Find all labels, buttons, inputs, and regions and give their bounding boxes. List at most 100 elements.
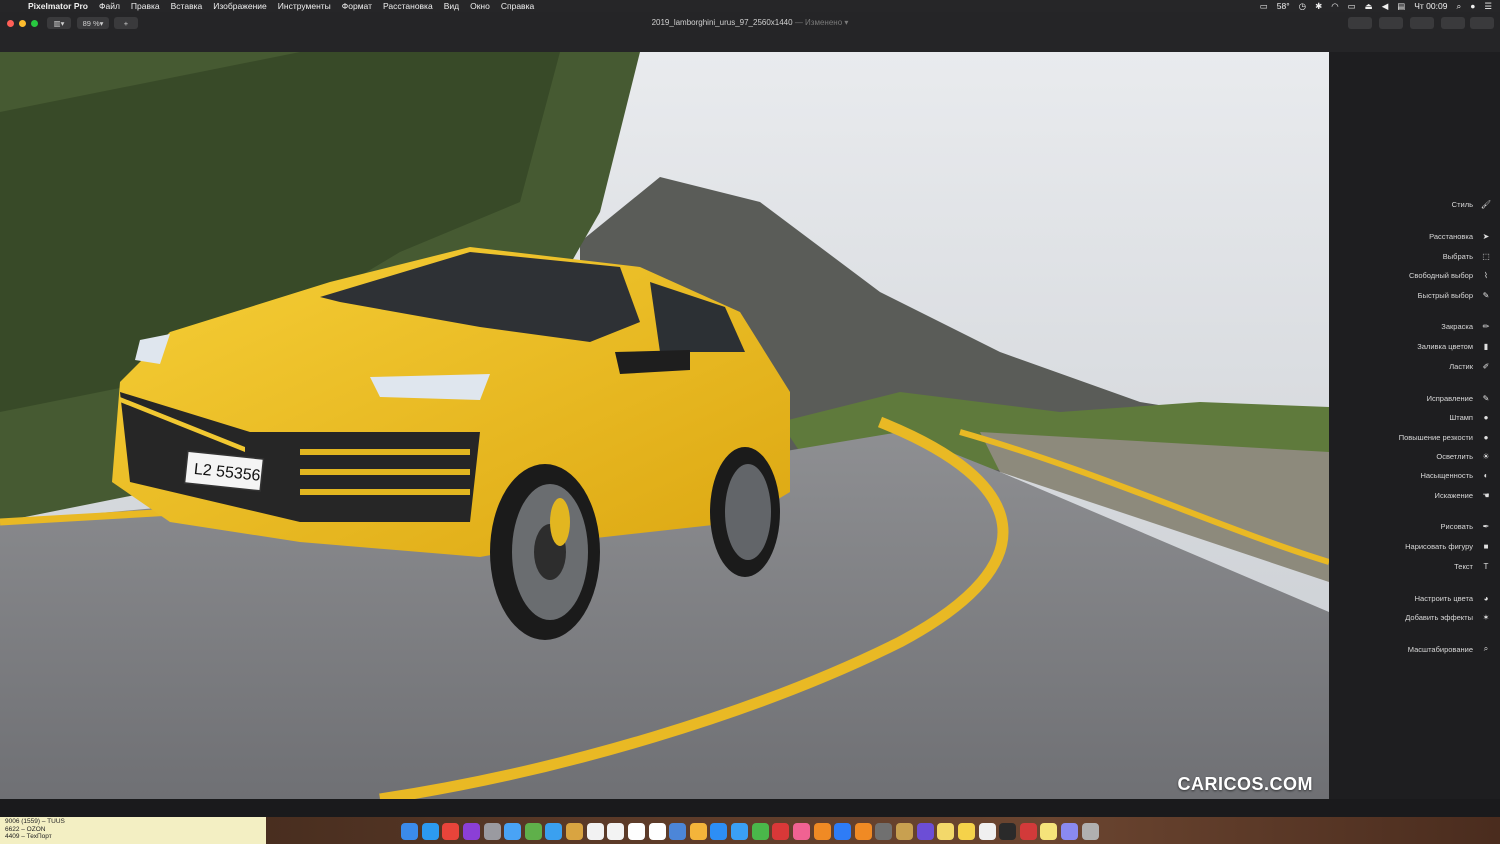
dock-app-icon[interactable] xyxy=(792,822,810,840)
dock-app-icon[interactable] xyxy=(442,822,460,840)
menu-bar: Pixelmator Pro Файл Правка Вставка Изобр… xyxy=(0,0,1500,12)
tool-pen[interactable]: Рисовать ✒ xyxy=(1441,521,1492,531)
menu-tools[interactable]: Инструменты xyxy=(278,1,331,11)
dock-app-icon[interactable] xyxy=(483,822,501,840)
dock-app-icon[interactable] xyxy=(627,822,645,840)
dock-app-icon[interactable] xyxy=(710,822,728,840)
dock-app-icon[interactable] xyxy=(751,822,769,840)
tool-label: Масштабирование xyxy=(1407,644,1473,654)
dock-app-icon[interactable] xyxy=(504,822,522,840)
dock-app-icon[interactable] xyxy=(1040,822,1058,840)
dock-app-icon[interactable] xyxy=(462,822,480,840)
dock-app-icon[interactable] xyxy=(401,822,418,840)
dock-app-icon[interactable] xyxy=(421,822,439,840)
tool-repair[interactable]: Исправление ✎ xyxy=(1427,393,1492,403)
tool-eraser[interactable]: Ластик ✐ xyxy=(1449,361,1492,371)
battery-icon[interactable]: ▭ xyxy=(1260,1,1268,12)
tool-label: Настроить цвета xyxy=(1414,593,1473,603)
volume-icon[interactable]: ◀ xyxy=(1382,1,1389,12)
menu-edit[interactable]: Правка xyxy=(131,1,160,11)
document-title[interactable]: 2019_lamborghini_urus_97_2560x1440 — Изм… xyxy=(0,18,1500,27)
dock-app-icon[interactable] xyxy=(772,822,790,840)
dock-app-icon[interactable] xyxy=(1081,822,1099,840)
tool-label: Выбрать xyxy=(1442,251,1473,261)
quick-select-icon: ✎ xyxy=(1482,290,1490,300)
crop-button[interactable] xyxy=(1379,17,1403,29)
temperature-readout[interactable]: 58° xyxy=(1277,1,1290,11)
dock-app-icon[interactable] xyxy=(957,822,975,840)
sidebar-settings-button[interactable] xyxy=(1470,17,1494,29)
dock-app-icon[interactable] xyxy=(896,822,913,840)
airplay-icon[interactable]: ▭ xyxy=(1348,1,1356,12)
tool-rect-select[interactable]: Выбрать ⬚ xyxy=(1443,251,1492,261)
menu-app-name[interactable]: Pixelmator Pro xyxy=(28,1,88,11)
menu-help[interactable]: Справка xyxy=(501,1,534,11)
rect-select-icon: ⬚ xyxy=(1482,251,1490,261)
clone-stamp-icon: ● xyxy=(1483,412,1489,422)
eject-icon[interactable]: ⏏ xyxy=(1365,1,1373,12)
menu-image[interactable]: Изображение xyxy=(213,1,267,11)
dock-app-icon[interactable] xyxy=(978,822,996,840)
dock-app-icon[interactable] xyxy=(813,822,831,840)
tool-text[interactable]: Текст T xyxy=(1454,561,1492,571)
dock-app-icon[interactable] xyxy=(854,822,872,840)
spotlight-icon[interactable]: ⌕ xyxy=(1456,1,1461,12)
tool-color-adjust[interactable]: Настроить цвета ◕ xyxy=(1415,593,1492,603)
dock-app-icon[interactable] xyxy=(1061,822,1078,840)
wifi-icon[interactable]: ◠ xyxy=(1331,1,1338,12)
dock-app-icon[interactable] xyxy=(689,822,707,840)
repair-icon: ✎ xyxy=(1482,393,1490,403)
tool-sharpen[interactable]: Повышение резкости ● xyxy=(1399,432,1492,442)
tool-zoom[interactable]: Масштабирование ⌕ xyxy=(1408,644,1492,654)
tool-style-brush[interactable]: Стиль 🖌 xyxy=(1452,199,1492,209)
flag-us-icon[interactable]: ▤ xyxy=(1397,1,1405,12)
dock-app-icon[interactable] xyxy=(875,822,893,840)
document-status: — Изменено xyxy=(794,18,843,27)
dock-app-icon[interactable] xyxy=(834,822,852,840)
notification-center-icon[interactable]: ☰ xyxy=(1484,1,1492,12)
menu-view[interactable]: Вид xyxy=(444,1,459,11)
menu-window[interactable]: Окно xyxy=(470,1,490,11)
tool-saturation[interactable]: Насыщенность ◐ xyxy=(1420,470,1492,480)
dock-app-icon[interactable] xyxy=(586,822,604,840)
dock-app-icon[interactable] xyxy=(999,822,1017,840)
tool-clone-stamp[interactable]: Штамп ● xyxy=(1449,412,1492,422)
dock-app-icon[interactable] xyxy=(607,822,625,840)
tool-lasso[interactable]: Свободный выбор ⌇ xyxy=(1409,270,1492,280)
bluetooth-icon[interactable]: ✱ xyxy=(1315,1,1322,12)
photo-lamborghini-urus: L2 55356 xyxy=(0,52,1329,799)
menu-format[interactable]: Формат xyxy=(342,1,372,11)
dock-app-icon[interactable] xyxy=(937,822,955,840)
tool-shape[interactable]: Нарисовать фигуру ■ xyxy=(1405,541,1492,551)
tool-paint-brush[interactable]: Закраска ✏ xyxy=(1441,321,1492,331)
dock-app-icon[interactable] xyxy=(545,822,563,840)
dock-app-icon[interactable] xyxy=(566,822,583,840)
tool-lighten[interactable]: Осветлить ☀ xyxy=(1436,451,1492,461)
dock-app-icon[interactable] xyxy=(524,822,542,840)
tool-label: Штамп xyxy=(1449,412,1473,422)
tool-quick-select[interactable]: Быстрый выбор ✎ xyxy=(1418,290,1492,300)
share-button[interactable] xyxy=(1441,17,1465,29)
dock-app-icon[interactable] xyxy=(731,822,748,840)
dock-app-icon[interactable] xyxy=(669,822,687,840)
tool-arrow-pointer[interactable]: Расстановка ➤ xyxy=(1429,231,1492,241)
layers-button[interactable] xyxy=(1410,17,1434,29)
sticky-note[interactable]: 9006 (1559) – TUUS 6622 – OZON 4409 – Те… xyxy=(0,817,266,844)
tools-brush-button[interactable] xyxy=(1348,17,1372,29)
tool-paint-bucket[interactable]: Заливка цветом ▮ xyxy=(1417,341,1492,351)
dock-app-icon[interactable] xyxy=(1019,822,1037,840)
document-name: 2019_lamborghini_urus_97_2560x1440 xyxy=(651,18,793,27)
time-machine-icon[interactable]: ◷ xyxy=(1299,1,1306,12)
tool-effects[interactable]: Добавить эффекты ✶ xyxy=(1405,612,1492,622)
clock[interactable]: Чт 00:09 xyxy=(1414,1,1447,11)
image-canvas[interactable]: L2 55356 CARICOS.COM xyxy=(0,52,1329,799)
tool-distort[interactable]: Искажение ☚ xyxy=(1435,490,1492,500)
tool-label: Заливка цветом xyxy=(1417,341,1473,351)
menu-insert[interactable]: Вставка xyxy=(171,1,203,11)
dock-app-icon[interactable] xyxy=(916,822,934,840)
siri-icon[interactable]: ● xyxy=(1470,1,1475,11)
menu-file[interactable]: Файл xyxy=(99,1,120,11)
dock-app-icon[interactable] xyxy=(648,822,666,840)
menu-arrange[interactable]: Расстановка xyxy=(383,1,433,11)
window-bottom-bar xyxy=(0,799,1500,817)
